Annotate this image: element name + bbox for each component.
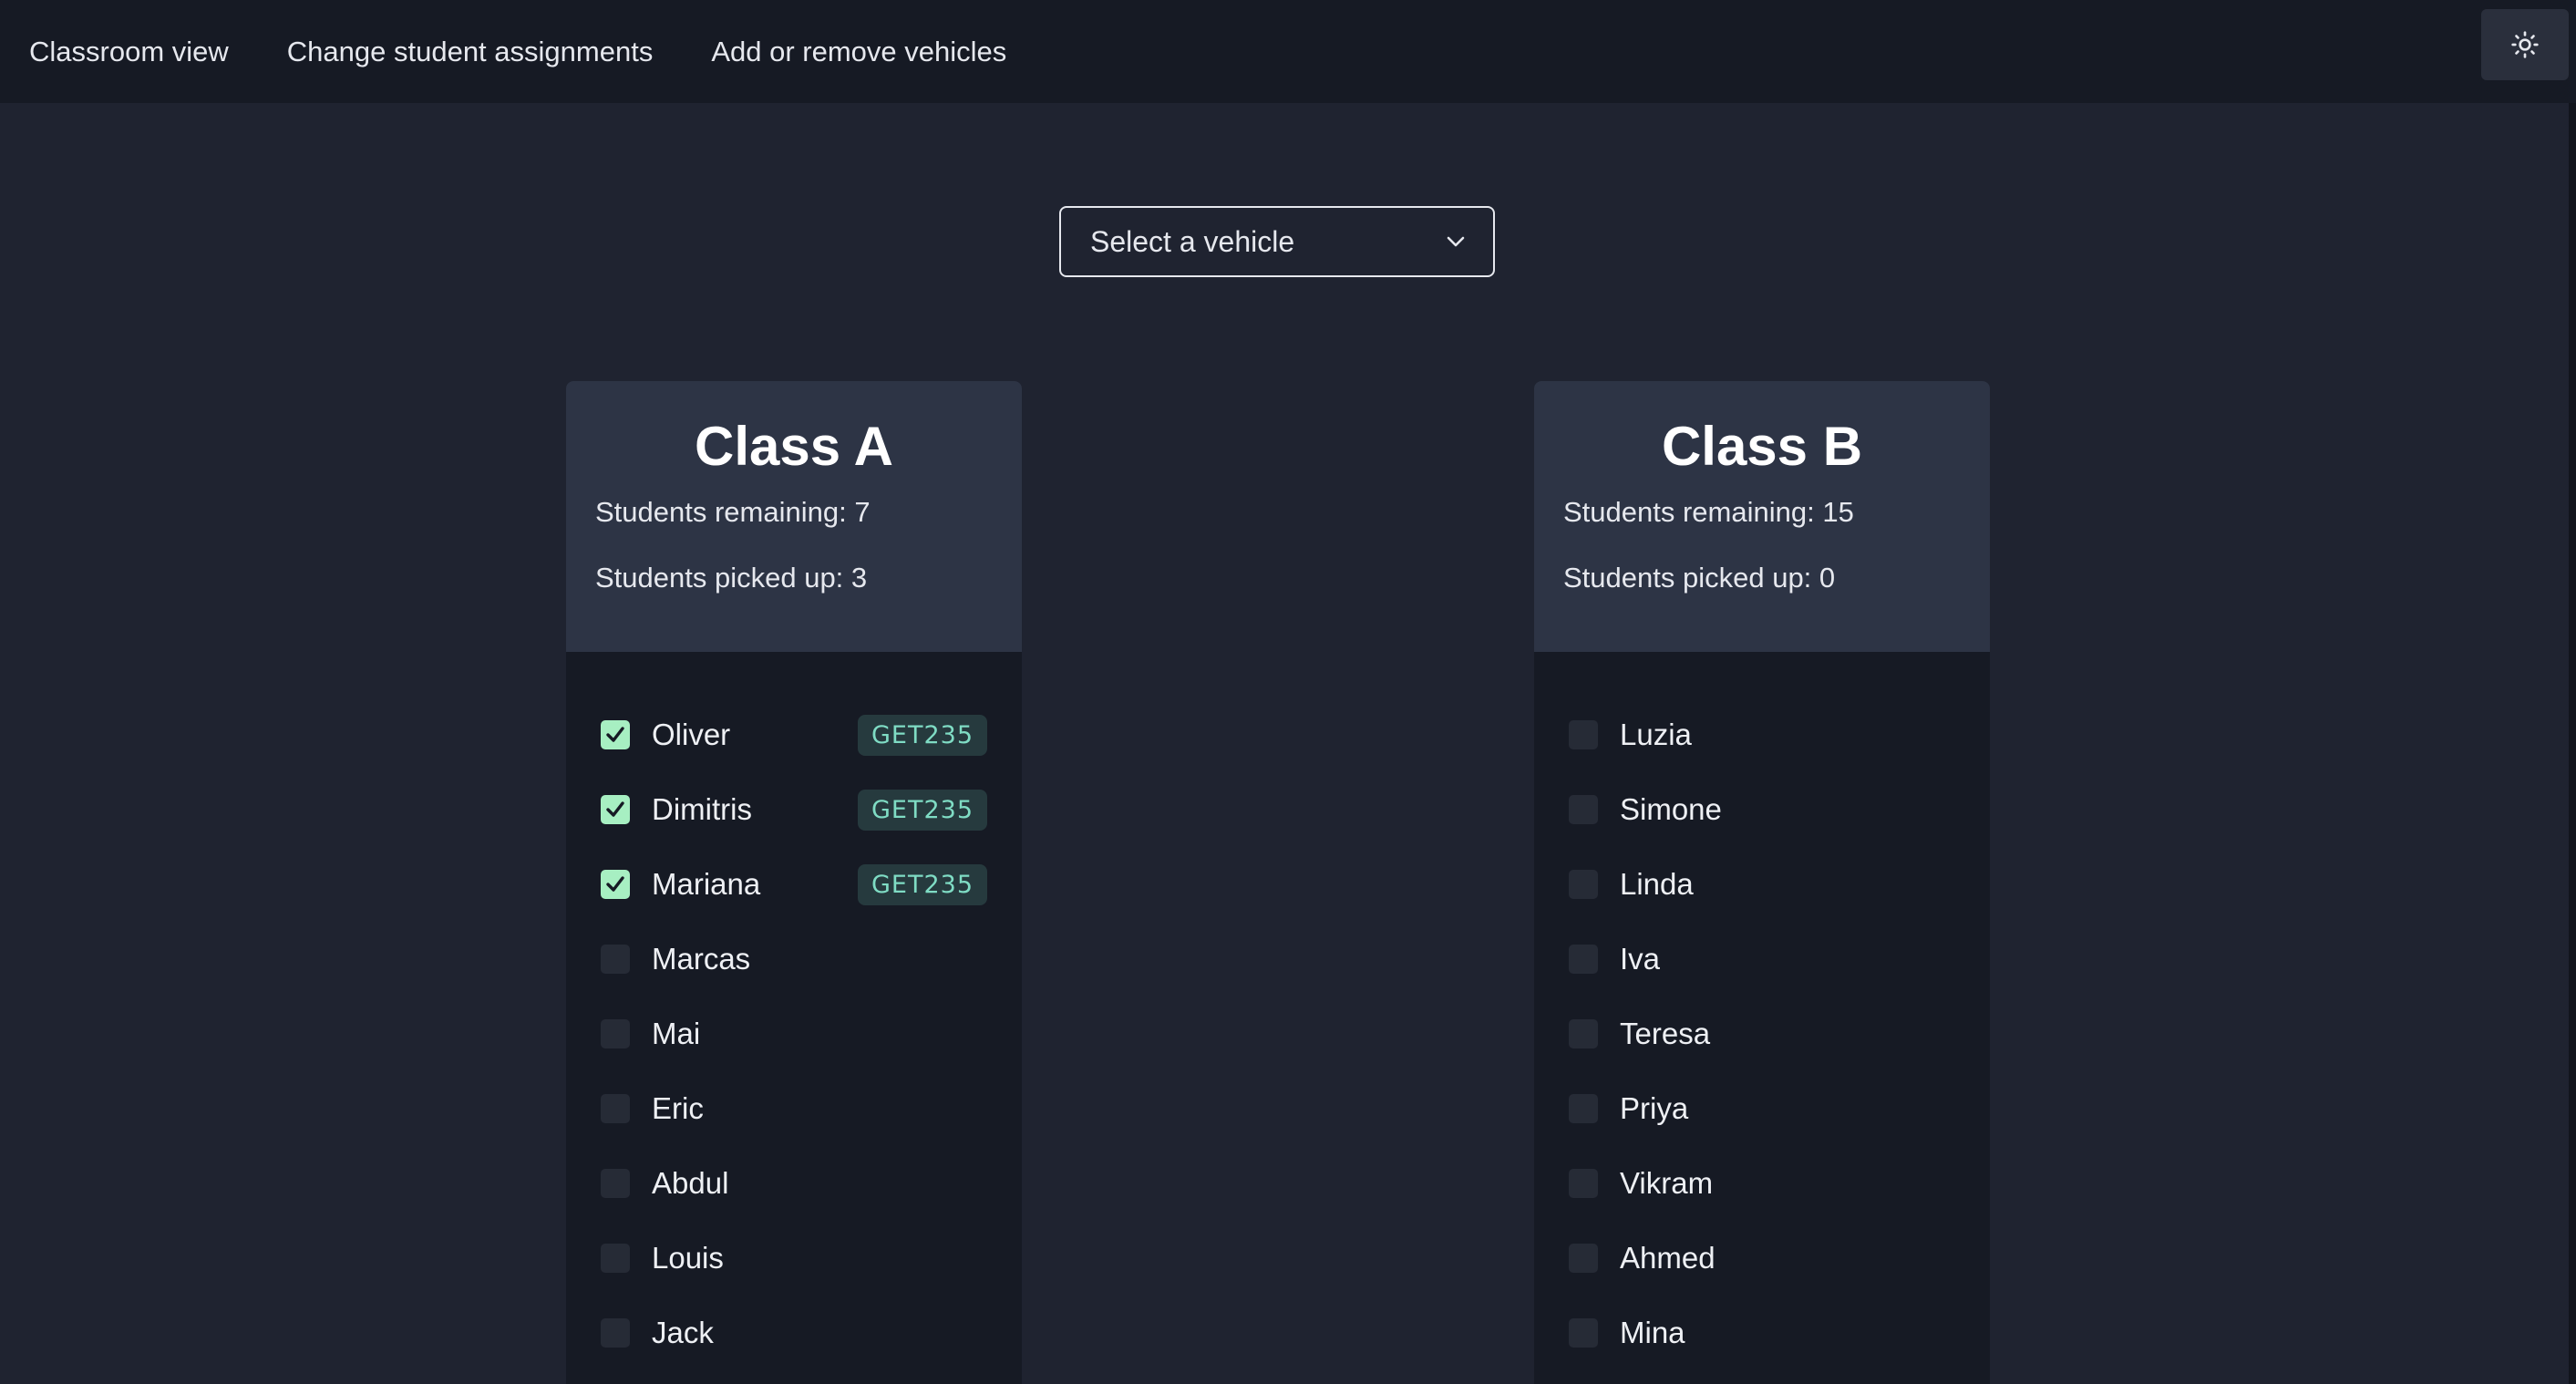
class-card-header: Class A Students remaining: 7 Students p… — [566, 381, 1022, 652]
class-card-header: Class B Students remaining: 15 Students … — [1534, 381, 1990, 652]
student-row[interactable]: Mariana GET235 — [601, 862, 987, 907]
vehicle-badge: GET235 — [857, 863, 987, 905]
student-checkbox[interactable] — [601, 1169, 630, 1198]
student-checkbox[interactable] — [1569, 720, 1598, 749]
student-name: Jack — [652, 1316, 714, 1349]
student-checkbox[interactable] — [601, 945, 630, 974]
student-name: Teresa — [1620, 1017, 1711, 1050]
student-name: Vikram — [1620, 1166, 1714, 1200]
student-row[interactable]: Oliver GET235 — [601, 712, 987, 758]
student-checkbox[interactable] — [1569, 1019, 1598, 1048]
student-checkbox[interactable] — [1569, 870, 1598, 899]
vehicle-badge: GET235 — [857, 789, 987, 831]
page-scrollbar[interactable] — [2569, 103, 2576, 1384]
student-name: Abdul — [652, 1166, 729, 1200]
student-row[interactable]: Mina — [1569, 1310, 1955, 1356]
class-title: Class B — [1661, 416, 1863, 477]
student-name: Louis — [652, 1241, 724, 1275]
student-checkbox[interactable] — [601, 1094, 630, 1123]
chevron-down-icon — [1447, 236, 1465, 247]
student-row[interactable]: Luzia — [1569, 712, 1955, 758]
student-checkbox[interactable] — [601, 795, 630, 824]
students-remaining: Students remaining: 7 — [595, 496, 871, 528]
top-navbar: Classroom view Change student assignment… — [0, 0, 2576, 103]
student-name: Priya — [1620, 1091, 1689, 1125]
students-picked-up: Students picked up: 3 — [595, 562, 868, 594]
student-checkbox[interactable] — [601, 870, 630, 899]
student-name: Simone — [1620, 792, 1722, 826]
student-row[interactable]: Dimitris GET235 — [601, 787, 987, 832]
student-row[interactable]: Linda — [1569, 862, 1955, 907]
vehicle-select[interactable]: Select a vehicle — [1059, 206, 1495, 277]
student-row[interactable]: Simone — [1569, 787, 1955, 832]
student-name: Iva — [1620, 942, 1661, 976]
student-name: Eric — [652, 1091, 704, 1125]
student-checkbox[interactable] — [1569, 945, 1598, 974]
student-checkbox[interactable] — [601, 1019, 630, 1048]
nav-link-change-student-assignments[interactable]: Change student assignments — [287, 36, 654, 68]
student-row[interactable]: Mai — [601, 1011, 987, 1057]
student-row[interactable]: Vikram — [1569, 1161, 1955, 1206]
student-checkbox[interactable] — [1569, 1169, 1598, 1198]
student-row[interactable]: Louis — [601, 1235, 987, 1281]
vehicle-select-label: Select a vehicle — [1090, 224, 1295, 258]
class-card-a: Class A Students remaining: 7 Students p… — [566, 381, 1022, 1384]
class-title: Class A — [695, 416, 893, 477]
student-name: Linda — [1620, 867, 1694, 901]
student-name: Dimitris — [652, 792, 752, 826]
student-row[interactable]: Jack — [601, 1310, 987, 1356]
student-row[interactable]: Abdul — [601, 1161, 987, 1206]
student-name: Luzia — [1620, 718, 1692, 751]
student-name: Oliver — [652, 718, 731, 751]
sun-icon — [2511, 31, 2539, 58]
student-name: Mina — [1620, 1316, 1685, 1349]
theme-toggle-button[interactable] — [2481, 9, 2569, 80]
student-name: Marcas — [652, 942, 751, 976]
nav-link-classroom-view[interactable]: Classroom view — [29, 36, 229, 68]
student-row[interactable]: Teresa — [1569, 1011, 1955, 1057]
student-checkbox[interactable] — [1569, 1244, 1598, 1273]
checkmark-icon — [606, 801, 624, 817]
nav-link-add-remove-vehicles[interactable]: Add or remove vehicles — [711, 36, 1006, 68]
students-remaining: Students remaining: 15 — [1563, 496, 1854, 528]
students-picked-up: Students picked up: 0 — [1563, 562, 1836, 594]
student-name: Ahmed — [1620, 1241, 1716, 1275]
student-name: Mariana — [652, 867, 761, 901]
student-checkbox[interactable] — [601, 1244, 630, 1273]
class-card-b: Class B Students remaining: 15 Students … — [1534, 381, 1990, 1384]
student-row[interactable]: Iva — [1569, 936, 1955, 982]
student-name: Mai — [652, 1017, 701, 1050]
student-checkbox[interactable] — [1569, 795, 1598, 824]
student-row[interactable]: Marcas — [601, 936, 987, 982]
student-checkbox[interactable] — [1569, 1318, 1598, 1348]
vehicle-badge: GET235 — [857, 714, 987, 756]
student-checkbox[interactable] — [1569, 1094, 1598, 1123]
checkmark-icon — [606, 876, 624, 892]
student-row[interactable]: Eric — [601, 1086, 987, 1131]
student-checkbox[interactable] — [601, 720, 630, 749]
student-row[interactable]: Ahmed — [1569, 1235, 1955, 1281]
student-row[interactable]: Priya — [1569, 1086, 1955, 1131]
checkmark-icon — [606, 727, 624, 742]
student-checkbox[interactable] — [601, 1318, 630, 1348]
